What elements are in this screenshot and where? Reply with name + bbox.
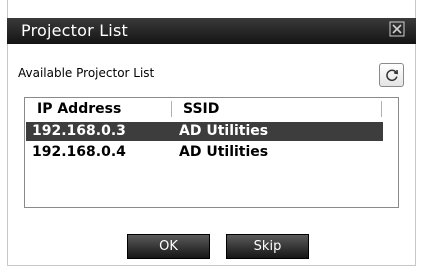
ip-address-cell: 192.168.0.3 <box>32 123 126 139</box>
close-x-icon <box>389 21 405 37</box>
list-header: IP Address SSID <box>25 98 398 120</box>
refresh-icon <box>386 69 399 81</box>
column-header-ip[interactable]: IP Address <box>37 101 121 117</box>
ssid-cell: AD Utilities <box>179 144 269 160</box>
list-item[interactable]: 192.168.0.4 AD Utilities <box>26 143 383 162</box>
list-item[interactable]: 192.168.0.3 AD Utilities <box>26 122 383 141</box>
ssid-cell: AD Utilities <box>179 123 269 139</box>
ok-button[interactable]: OK <box>127 234 210 259</box>
projector-list[interactable]: IP Address SSID 192.168.0.3 AD Utilities… <box>24 97 399 208</box>
refresh-button[interactable] <box>379 63 404 87</box>
column-divider <box>171 101 172 117</box>
skip-button[interactable]: Skip <box>226 234 309 259</box>
column-divider <box>381 101 382 117</box>
column-header-ssid[interactable]: SSID <box>183 101 219 117</box>
available-list-label: Available Projector List <box>18 66 155 80</box>
title-bar[interactable]: Projector List <box>7 18 416 44</box>
close-icon[interactable] <box>388 21 406 39</box>
window-title: Projector List <box>21 21 128 40</box>
ip-address-cell: 192.168.0.4 <box>32 144 126 160</box>
